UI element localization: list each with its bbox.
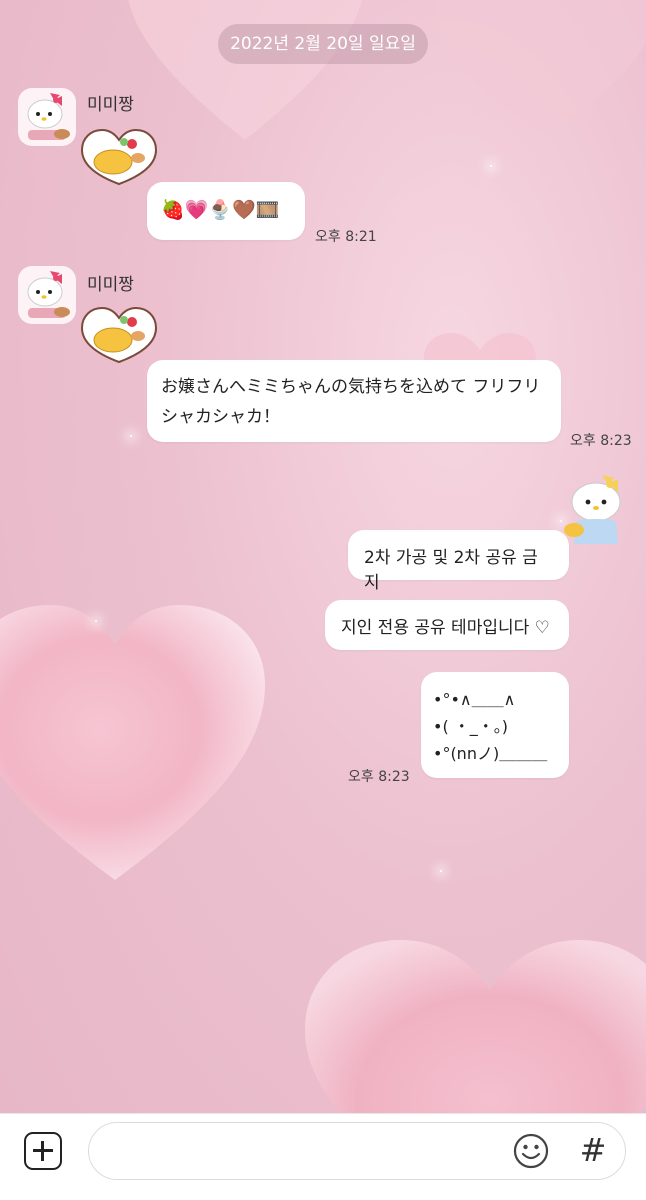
message-time: 오후 8:21 [315, 229, 377, 245]
message-text: 2차 가공 및 2차 공유 금지 [364, 548, 538, 593]
emoji-icon[interactable] [512, 1132, 550, 1170]
sparkle [490, 165, 492, 167]
heart-decoration [435, 0, 646, 135]
message-text: 🍓💗🍨🤎🎞️ [161, 199, 280, 221]
message-bubble[interactable]: 🍓💗🍨🤎🎞️ [147, 182, 305, 240]
message-bubble[interactable]: お嬢さんへミミちゃんの気持ちを込めて フリフリ シャカシャカ！ [147, 360, 561, 442]
omelette-sticker [80, 128, 158, 186]
date-separator: 2022년 2월 20일 일요일 [218, 24, 428, 64]
kaomoji-line: •( ・_・。) [433, 717, 509, 736]
sparkle [95, 620, 97, 622]
input-bar: # [0, 1113, 646, 1200]
kitty-sticker [556, 470, 636, 550]
message-text-line: お嬢さんへミミちゃんの気持ちを込めて フリフリ [161, 377, 541, 397]
message-text-line: シャカシャカ！ [161, 407, 280, 427]
sparkle [130, 435, 132, 437]
message-time: 오후 8:23 [570, 433, 632, 449]
hashtag-icon[interactable]: # [578, 1128, 608, 1172]
avatar[interactable] [18, 88, 76, 146]
message-text: 지인 전용 공유 테마입니다 ♡ [341, 618, 550, 638]
message-time: 오후 8:23 [348, 769, 410, 785]
kaomoji-line: •°(nnノ)＿＿＿ [433, 744, 548, 763]
avatar[interactable] [18, 266, 76, 324]
message-bubble[interactable]: 지인 전용 공유 테마입니다 ♡ [325, 600, 569, 650]
sender-name: 미미짱 [87, 95, 134, 115]
plus-icon[interactable] [24, 1132, 62, 1170]
sender-name: 미미짱 [87, 275, 134, 295]
omelette-sticker [80, 306, 158, 364]
message-bubble[interactable]: •°•∧＿＿∧ •( ・_・。) •°(nnノ)＿＿＿ [421, 672, 569, 778]
message-bubble[interactable]: 2차 가공 및 2차 공유 금지 [348, 530, 569, 593]
kaomoji-line: •°•∧＿＿∧ [433, 690, 516, 709]
heart-decoration [0, 605, 265, 880]
sparkle [440, 870, 442, 872]
heart-decoration [305, 940, 646, 1114]
